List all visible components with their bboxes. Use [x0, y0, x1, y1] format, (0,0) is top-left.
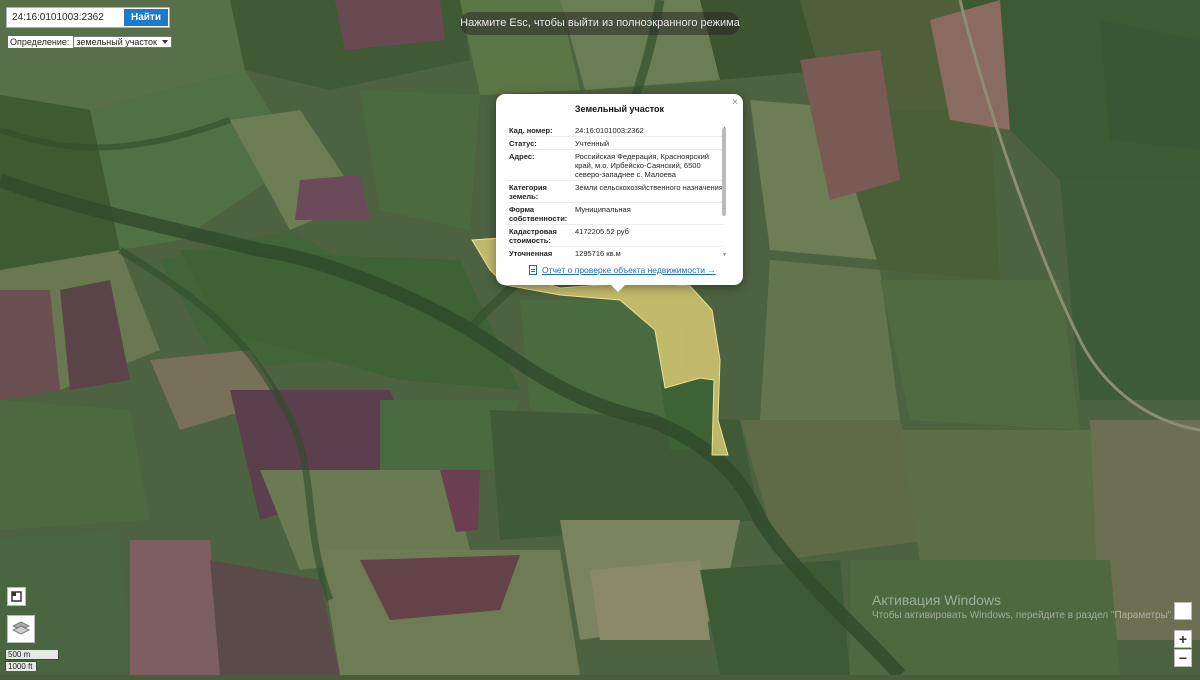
attribute-key: Статус: — [509, 139, 537, 148]
find-button[interactable]: Найти — [124, 9, 168, 26]
report-link[interactable]: Отчет о проверке объекта недвижимости → — [529, 265, 716, 275]
scale-bar: 500 m 1000 ft — [5, 650, 59, 671]
attribute-row: Форма собственности: Муниципальная — [506, 203, 724, 225]
fullscreen-hint: Нажмите Esc, чтобы выйти из полноэкранно… — [460, 12, 740, 35]
attribute-value: Земли сельскохозяйственного назначения — [575, 183, 723, 192]
attribute-value: 24:16:0101003:2362 — [575, 126, 644, 135]
parcel-attributes: Кад. номер: 24:16:0101003:2362 Статус: Учт… — [506, 124, 724, 258]
document-icon — [529, 265, 537, 275]
layers-icon — [12, 621, 30, 635]
attribute-key: Адрес: — [509, 152, 535, 161]
attribute-key: Кадастровая стоимость: — [509, 227, 557, 245]
attribute-value: 4172205.52 руб — [575, 227, 629, 236]
popup-title: Земельный участок — [574, 104, 665, 114]
popup-scrollbar[interactable] — [722, 128, 726, 216]
search-input[interactable] — [7, 8, 123, 27]
attribute-key: Категория земель: — [509, 183, 547, 201]
watermark-subtitle: Чтобы активировать Windows, перейдите в … — [872, 610, 1175, 621]
zoom-out-button[interactable]: − — [1174, 649, 1192, 667]
attribute-row: Статус: Учтенный — [506, 137, 724, 150]
windows-activation-watermark: Активация Windows Чтобы активировать Win… — [872, 592, 1174, 621]
attribute-value: Российская Федерация, Красноярский край,… — [575, 152, 709, 179]
attribute-value: 1295716 кв.м — [575, 249, 621, 258]
cadastral-search: Найти — [6, 7, 170, 28]
watermark-title: Активация Windows — [872, 592, 1002, 608]
scale-imperial: 1000 ft — [5, 661, 37, 671]
attribute-key: Форма собственности: — [509, 205, 568, 223]
attribute-row: Кад. номер: 24:16:0101003:2362 — [506, 124, 724, 137]
map-tool-button[interactable] — [1174, 602, 1192, 620]
fullscreen-button[interactable] — [7, 587, 26, 606]
definition-select[interactable]: земельный участок — [73, 36, 172, 48]
definition-label: Определение: — [10, 37, 70, 47]
fullscreen-icon — [11, 591, 22, 602]
zoom-in-button[interactable]: + — [1174, 630, 1192, 648]
definition-row: Определение: земельный участок — [8, 36, 172, 48]
popup-pointer — [610, 284, 626, 292]
attribute-value: Муниципальная — [575, 205, 631, 214]
attribute-key: Уточненная площадь: — [509, 249, 553, 258]
attribute-row: Категория земель: Земли сельскохозяйствен… — [506, 181, 724, 203]
attribute-key: Кад. номер: — [509, 126, 553, 135]
report-link-text[interactable]: Отчет о проверке объекта недвижимости → — [542, 265, 716, 275]
scale-metric: 500 m — [5, 650, 59, 660]
parcel-info-popup: × Земельный участок Кад. номер: 24:16:010… — [496, 94, 743, 292]
attribute-row: Кадастровая стоимость: 4172205.52 руб — [506, 225, 724, 247]
attribute-row: Уточненная площадь: 1295716 кв.м — [506, 247, 724, 258]
layers-button[interactable] — [7, 615, 35, 643]
attribute-value: Учтенный — [575, 139, 610, 148]
attribute-row: Адрес: Российская Федерация, Красноярский… — [506, 150, 724, 181]
scroll-down-icon[interactable]: ▼ — [722, 252, 727, 258]
